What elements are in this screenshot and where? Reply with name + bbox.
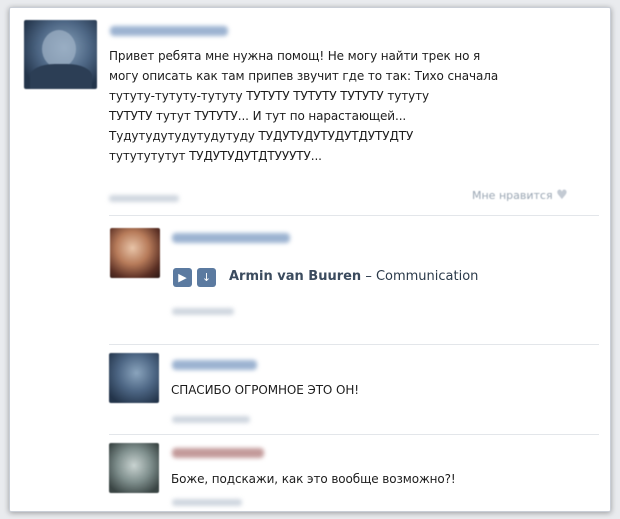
comment-author-name[interactable] bbox=[172, 360, 257, 370]
audio-track[interactable]: Armin van Buuren – Communication bbox=[229, 269, 478, 284]
comment-author-name[interactable] bbox=[172, 448, 264, 458]
comment-author-avatar[interactable] bbox=[109, 443, 159, 493]
post-message-line: Тудутудутудутудутуду ТУДУТУДУТУДУТДУТУДТ… bbox=[109, 129, 414, 143]
post-message: Привет ребята мне нужна помощ! Не могу н… bbox=[109, 46, 589, 166]
post-message-line: тутутутутут ТУДУТУДУТДТУУУТУ... bbox=[109, 149, 322, 163]
heart-icon: ♥ bbox=[556, 188, 568, 203]
comment-author-avatar[interactable] bbox=[109, 353, 159, 403]
download-arrow-icon[interactable]: ↓ bbox=[197, 268, 216, 287]
comment-author-avatar[interactable] bbox=[110, 228, 160, 278]
wall-post-card: Привет ребята мне нужна помощ! Не могу н… bbox=[9, 7, 611, 512]
comment-divider bbox=[109, 344, 599, 345]
post-author-avatar[interactable] bbox=[24, 20, 97, 89]
post-date[interactable] bbox=[109, 195, 179, 202]
play-icon[interactable]: ▶ bbox=[173, 268, 192, 287]
comment-author-name[interactable] bbox=[172, 233, 290, 243]
audio-title: Communication bbox=[375, 269, 479, 284]
like-label: Мне нравится bbox=[472, 189, 553, 202]
post-message-line: тутуту-тутуту-тутуту ТУТУТУ ТУТУТУ ТУТУТ… bbox=[109, 89, 430, 103]
comment-date[interactable] bbox=[172, 308, 234, 315]
comments-divider bbox=[109, 215, 599, 216]
comment-text: СПАСИБО ОГРОМНОЕ ЭТО ОН! bbox=[171, 383, 359, 397]
audio-separator: – bbox=[361, 269, 376, 284]
comment-date[interactable] bbox=[172, 499, 242, 506]
comment-date[interactable] bbox=[172, 416, 250, 423]
post-message-line: Привет ребята мне нужна помощ! Не могу н… bbox=[109, 49, 481, 63]
post-message-line: ТУТУТУ тутут ТУТУТУ... И тут по нарастаю… bbox=[109, 109, 407, 123]
comment-text: Боже, подскажи, как это вообще возможно?… bbox=[171, 472, 456, 486]
like-button[interactable]: Мне нравится ♥ bbox=[472, 188, 568, 203]
post-author-name[interactable] bbox=[110, 26, 228, 36]
audio-artist[interactable]: Armin van Buuren bbox=[229, 269, 361, 284]
post-message-line: могу описать как там припев звучит где т… bbox=[109, 69, 499, 83]
comment-divider bbox=[109, 434, 599, 435]
